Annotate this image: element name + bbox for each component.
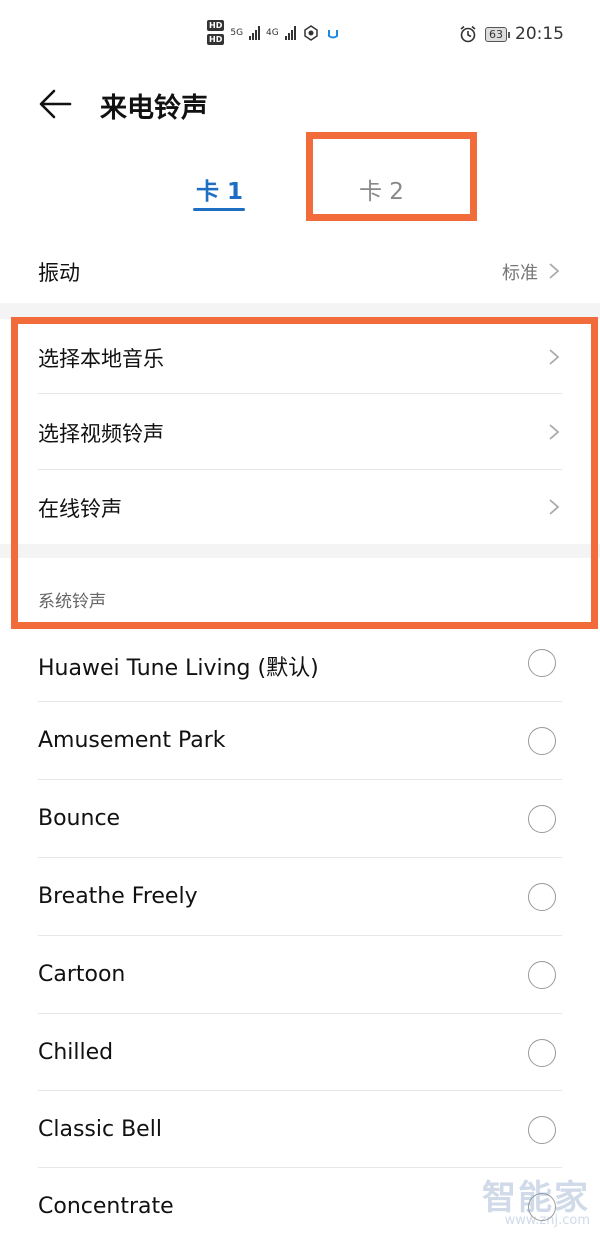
watermark-logo: 智能家 <box>482 1178 590 1218</box>
divider <box>38 1167 562 1168</box>
ringtone-item[interactable]: Breathe Freely <box>0 859 600 935</box>
battery-indicator: 63 <box>485 26 510 42</box>
ringtone-item[interactable]: Amusement Park <box>0 703 600 779</box>
divider <box>38 935 562 936</box>
ringtone-label: Cartoon <box>38 962 126 987</box>
ringtone-item[interactable]: Chilled <box>0 1015 600 1091</box>
ringtone-label: Amusement Park <box>38 728 226 753</box>
ringtone-label: Classic Bell <box>38 1117 162 1142</box>
status-right-group: 63 20:15 <box>459 24 564 44</box>
vibration-label: 振动 <box>38 261 80 285</box>
active-tab-indicator <box>193 208 245 211</box>
radio-button[interactable] <box>528 727 556 755</box>
divider <box>38 857 562 858</box>
page-title: 来电铃声 <box>100 93 208 124</box>
radio-button[interactable] <box>528 961 556 989</box>
vibration-row[interactable]: 振动 标准 <box>0 245 600 300</box>
divider <box>38 779 562 780</box>
alarm-icon <box>460 25 476 43</box>
hd-badge: HD <box>207 20 225 31</box>
vibration-value: 标准 <box>502 263 538 284</box>
clock: 20:15 <box>515 24 564 44</box>
app-notification-icon <box>327 29 338 38</box>
hd-badge: HD <box>207 34 225 45</box>
back-button[interactable] <box>38 86 74 122</box>
title-bar: 来电铃声 <box>0 80 600 130</box>
status-signal-group: HD HD 5G 4G <box>207 20 340 45</box>
hotspot-icon <box>304 24 318 41</box>
ringtone-item[interactable]: Huawei Tune Living (默认) <box>0 625 600 701</box>
ringtone-item[interactable]: Cartoon <box>0 937 600 1013</box>
radio-button[interactable] <box>528 1116 556 1144</box>
divider <box>38 701 562 702</box>
ringtone-label: Concentrate <box>38 1194 174 1219</box>
ringtone-label: Chilled <box>38 1040 114 1065</box>
radio-button[interactable] <box>528 1039 556 1067</box>
ringtone-item[interactable]: Classic Bell <box>0 1092 600 1168</box>
radio-button[interactable] <box>528 883 556 911</box>
arrow-left-icon <box>39 89 72 119</box>
ringtone-label: Huawei Tune Living (默认) <box>38 656 319 681</box>
ringtone-label: Breathe Freely <box>38 884 198 909</box>
tab-sim-1[interactable]: 卡 1 <box>196 172 243 206</box>
signal-icon <box>284 25 296 40</box>
radio-button[interactable] <box>528 805 556 833</box>
watermark: 智能家 www.znj.com <box>482 1170 590 1228</box>
ringtone-item[interactable]: Bounce <box>0 781 600 857</box>
network-type: 5G <box>230 27 244 38</box>
divider <box>38 1090 562 1091</box>
highlight-box-options <box>11 317 598 629</box>
ringtone-label: Bounce <box>38 806 121 831</box>
chevron-right-icon <box>548 262 560 280</box>
highlight-box-tab <box>306 132 477 221</box>
divider <box>38 1013 562 1014</box>
radio-button[interactable] <box>528 649 556 677</box>
network-type: 4G <box>266 27 279 38</box>
signal-icon <box>249 25 261 40</box>
status-bar: HD HD 5G 4G 63 20:15 <box>0 0 600 70</box>
